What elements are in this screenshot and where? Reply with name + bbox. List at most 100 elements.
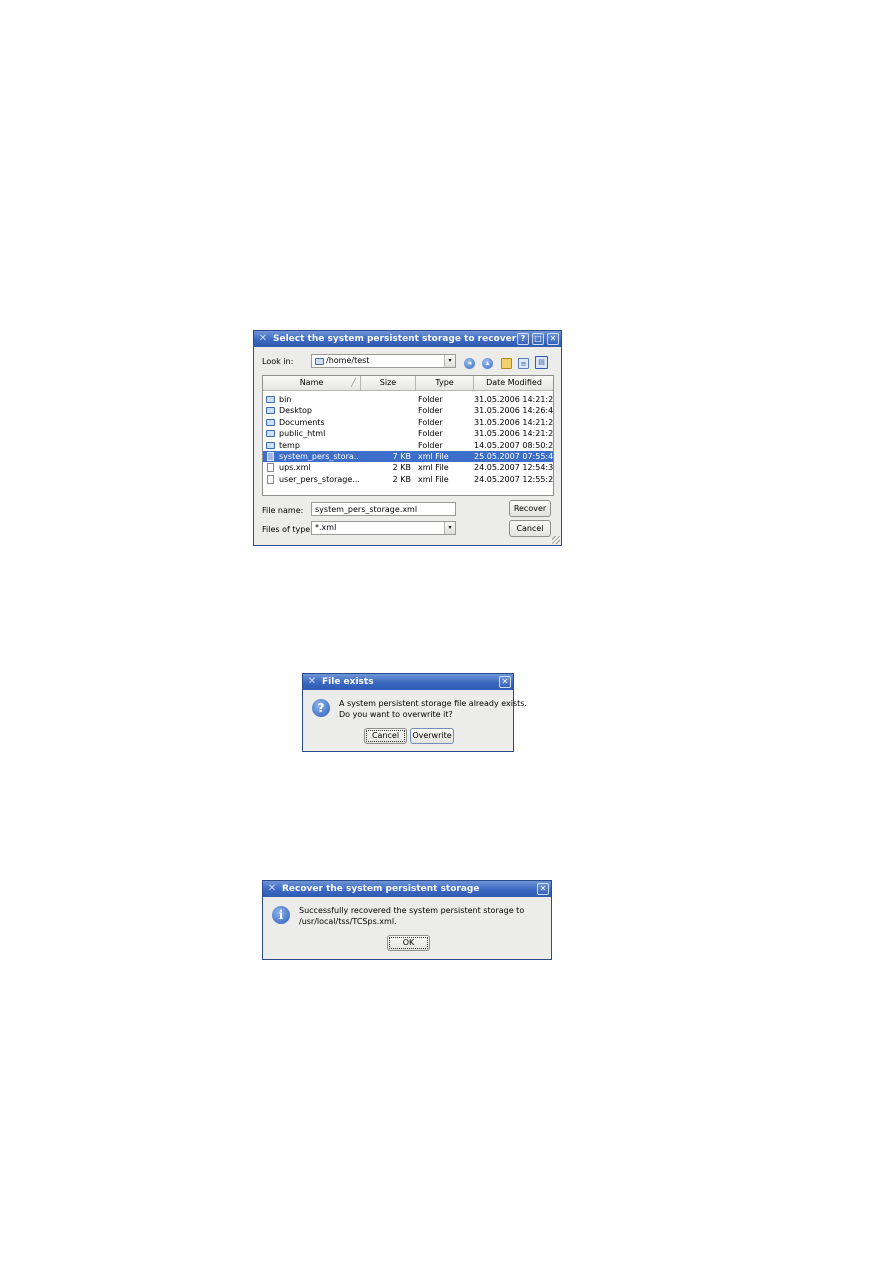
cancel-button[interactable]: Cancel: [364, 728, 407, 744]
file-icon: [267, 452, 274, 461]
file-type-cell: Folder: [418, 406, 443, 416]
resize-grip[interactable]: [552, 536, 560, 544]
file-date-cell: 31.05.2006 14:26:46: [474, 406, 554, 416]
file-name-cell: temp: [279, 440, 300, 450]
recover-result-titlebar[interactable]: ✕ Recover the system persistent storage …: [263, 881, 551, 897]
recover-result-dialog: ✕ Recover the system persistent storage …: [262, 880, 552, 960]
file-row[interactable]: ups.xml 2 KB xml File 24.05.2007 12:54:30: [263, 462, 553, 473]
overwrite-button[interactable]: Overwrite: [410, 728, 454, 744]
folder-icon: [266, 418, 275, 426]
files-of-type-combo[interactable]: *.xml ▾: [311, 521, 456, 535]
files-of-type-value: *.xml: [315, 523, 337, 532]
file-type-cell: xml File: [418, 474, 449, 484]
file-type-cell: Folder: [418, 417, 443, 427]
file-type-cell: Folder: [418, 429, 443, 439]
app-logo-icon: ✕: [307, 676, 317, 687]
file-name-cell: public_html: [279, 429, 326, 439]
close-button[interactable]: ✕: [499, 676, 511, 688]
file-size-cell: 2 KB: [392, 474, 411, 484]
file-chooser-title: Select the system persistent storage to …: [273, 334, 517, 344]
file-date-cell: 24.05.2007 12:55:28: [474, 474, 554, 484]
file-size-cell: 2 KB: [392, 463, 411, 473]
file-icon: [267, 474, 274, 484]
file-row[interactable]: public_html Folder 31.05.2006 14:21:26: [263, 428, 553, 439]
column-header-date[interactable]: Date Modified: [474, 376, 553, 391]
look-in-value: /home/test: [326, 356, 370, 365]
file-date-cell: 24.05.2007 12:54:30: [474, 463, 554, 473]
recover-message-2: /usr/local/tss/TCSps.xml.: [299, 917, 397, 926]
help-button[interactable]: ?: [517, 333, 529, 345]
chevron-down-icon[interactable]: ▾: [444, 355, 455, 367]
column-header-size[interactable]: Size: [361, 376, 416, 391]
file-name-cell: system_pers_stora...: [279, 452, 359, 461]
file-name-cell: bin: [279, 395, 292, 404]
app-logo-icon: ✕: [258, 333, 268, 344]
file-row[interactable]: bin Folder 31.05.2006 14:21:26: [263, 394, 553, 405]
file-date-cell: 31.05.2006 14:21:26: [474, 395, 554, 404]
recover-result-title: Recover the system persistent storage: [282, 884, 480, 894]
question-icon: ?: [312, 699, 330, 717]
file-row[interactable]: user_pers_storage... 2 KB xml File 24.05.20…: [263, 474, 553, 485]
column-header-name[interactable]: Name ╱: [263, 376, 361, 391]
detail-view-icon[interactable]: ▤: [535, 356, 548, 369]
recover-button-label: Recover: [513, 504, 547, 513]
close-button[interactable]: ✕: [547, 333, 559, 345]
info-icon: i: [272, 906, 290, 924]
overwrite-button-label: Overwrite: [412, 731, 452, 740]
file-date-cell: 31.05.2006 14:21:26: [474, 429, 554, 439]
file-date-cell: 31.05.2006 14:21:26: [474, 417, 554, 427]
folder-icon: [266, 441, 275, 449]
close-button[interactable]: ✕: [537, 883, 549, 895]
maximize-button[interactable]: □: [532, 333, 544, 345]
chevron-down-icon[interactable]: ▾: [444, 522, 455, 534]
look-in-label: Look in:: [262, 357, 294, 366]
file-date-cell: 14.05.2007 08:50:26: [474, 440, 554, 450]
recover-button[interactable]: Recover: [509, 500, 551, 517]
recover-message-1: Successfully recovered the system persis…: [299, 906, 525, 915]
file-chooser-dialog: ✕ Select the system persistent storage t…: [253, 330, 562, 546]
back-icon[interactable]: ◂: [464, 358, 475, 369]
cancel-button[interactable]: Cancel: [509, 520, 551, 537]
up-folder-icon[interactable]: ▴: [482, 358, 493, 369]
app-logo-icon: ✕: [267, 883, 277, 894]
ok-button[interactable]: OK: [387, 935, 430, 951]
column-header-type[interactable]: Type: [416, 376, 474, 391]
file-exists-titlebar[interactable]: ✕ File exists ✕: [303, 674, 513, 690]
file-size-cell: 7 KB: [392, 452, 411, 461]
file-name-label: File name:: [262, 506, 304, 515]
column-type-label: Type: [435, 378, 454, 387]
folder-icon: [315, 358, 324, 365]
file-row[interactable]: temp Folder 14.05.2007 08:50:26: [263, 440, 553, 451]
file-name-cell: ups.xml: [279, 463, 311, 473]
file-icon: [267, 463, 274, 473]
sort-indicator-icon: ╱: [351, 378, 356, 387]
file-type-cell: Folder: [418, 440, 443, 450]
file-row[interactable]: Documents Folder 31.05.2006 14:21:26: [263, 417, 553, 428]
file-type-cell: Folder: [418, 395, 443, 404]
new-folder-icon[interactable]: [501, 358, 512, 369]
folder-icon: [266, 430, 275, 438]
list-view-icon[interactable]: ≡: [518, 358, 529, 369]
column-size-label: Size: [379, 378, 397, 387]
file-name-cell: Desktop: [279, 406, 312, 416]
file-list[interactable]: Name ╱ Size Type Date Modified bin Folder…: [262, 375, 554, 496]
file-name-cell: Documents: [279, 417, 325, 427]
file-name-field[interactable]: [312, 503, 455, 515]
file-exists-message-2: Do you want to overwrite it?: [339, 710, 453, 719]
file-exists-message-1: A system persistent storage file already…: [339, 699, 527, 708]
look-in-combo[interactable]: /home/test ▾: [311, 354, 456, 368]
folder-icon: [266, 407, 275, 415]
file-row[interactable]: Desktop Folder 31.05.2006 14:26:46: [263, 405, 553, 416]
file-row[interactable]: system_pers_stora... 7 KB xml File 25.05.20…: [263, 451, 553, 462]
file-date-cell: 25.05.2007 07:55:44: [474, 452, 554, 461]
files-of-type-label: Files of type:: [262, 525, 313, 534]
file-name-cell: user_pers_storage...: [279, 474, 359, 484]
cancel-button-label: Cancel: [516, 524, 544, 533]
folder-icon: [266, 396, 275, 403]
file-name-input[interactable]: [311, 502, 456, 516]
file-type-cell: xml File: [418, 463, 449, 473]
file-type-cell: xml File: [418, 452, 449, 461]
column-date-label: Date Modified: [486, 378, 542, 387]
file-exists-title: File exists: [322, 677, 374, 687]
file-chooser-titlebar[interactable]: ✕ Select the system persistent storage t…: [254, 331, 561, 347]
